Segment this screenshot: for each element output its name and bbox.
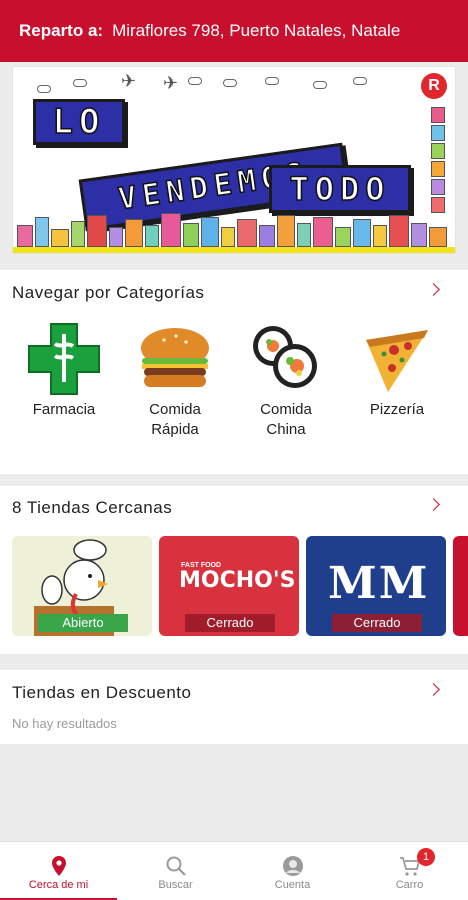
discount-stores-title: Tiendas en Descuento [12,683,192,702]
pharmacy-cross-icon [25,320,103,398]
categories-title: Navegar por Categorías [12,283,205,302]
category-label: Farmacia [32,401,96,418]
burger-icon [136,320,214,398]
store-card-partial[interactable] [453,536,468,636]
delivery-address-bar[interactable]: Reparto a: Miraflores 798, Puerto Natale… [0,0,468,62]
category-comida-rapida[interactable]: Comida Rápida [123,320,227,440]
sushi-icon [247,320,325,398]
nearby-stores-title: 8 Tiendas Cercanas [12,498,173,517]
user-icon [281,854,305,878]
store-name: MOCHO'S [179,568,296,593]
banner-ground [13,247,455,253]
chevron-right-icon[interactable] [427,683,440,696]
cart-count-badge: 1 [417,848,435,866]
category-pizzeria[interactable]: Pizzería [345,320,449,420]
category-comida-china[interactable]: Comida China [234,320,338,440]
nav-label: Buscar [158,879,193,891]
cloud-icon [37,85,51,93]
categories-section: Navegar por Categorías Farmacia Comida R… [0,270,468,474]
nav-label: Cuenta [274,879,311,891]
banner-word-lo: LO [33,99,125,145]
nav-label: Cerca de mi [28,879,89,891]
delivery-label: Reparto a: [19,21,104,40]
app-logo-icon: R [421,73,447,99]
airplane-icon: ✈ [163,73,179,93]
delivery-address: Miraflores 798, Puerto Natales, Natale [112,21,401,40]
pizza-icon [358,320,436,398]
nav-cerca-de-mi[interactable]: Cerca de mi [0,842,117,900]
category-label: Pizzería [369,401,425,418]
cloud-icon [353,77,367,85]
nearby-stores-section: 8 Tiendas Cercanas Abierto FAST FOOD MOC… [0,486,468,654]
store-card[interactable]: MM Cerrado [306,536,446,636]
cloud-icon [73,79,87,87]
category-label: Comida China [260,401,312,438]
nav-cuenta[interactable]: Cuenta [234,842,351,900]
city-skyline [13,209,455,247]
category-label: Comida Rápida [149,401,201,438]
cloud-icon [265,77,279,85]
empty-results-text: No hay resultados [12,716,117,731]
cloud-icon [223,79,237,87]
promo-banner[interactable]: R ✈ ✈ LO VENDEMOS TODO [12,66,456,254]
chevron-right-icon[interactable] [427,498,440,511]
discount-stores-section: Tiendas en Descuento No hay resultados [0,670,468,744]
cloud-icon [313,81,327,89]
store-status-badge: Cerrado [185,614,275,632]
store-name: MM [328,558,430,609]
nav-label: Carro [395,879,424,891]
bottom-navigation: Cerca de mi Buscar Cuenta 1 Carro [0,841,468,900]
nav-buscar[interactable]: Buscar [117,842,234,900]
store-card[interactable]: FAST FOOD MOCHO'S Cerrado [159,536,299,636]
store-card[interactable]: Abierto [12,536,152,636]
category-farmacia[interactable]: Farmacia [12,320,116,420]
nav-carro[interactable]: 1 Carro [351,842,468,900]
search-icon [164,854,188,878]
cloud-icon [188,77,202,85]
airplane-icon: ✈ [121,71,137,91]
banner-word-todo: TODO [269,165,411,213]
store-status-badge: Abierto [38,614,128,632]
store-status-badge: Cerrado [332,614,422,632]
location-pin-icon [47,854,71,878]
chevron-right-icon[interactable] [427,283,440,296]
